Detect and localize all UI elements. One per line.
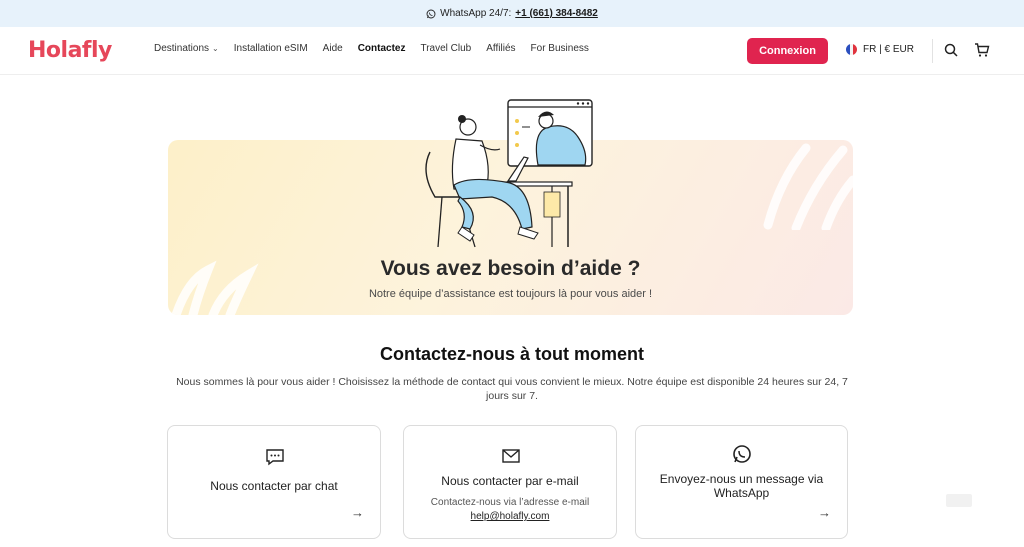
hero-subtitle: Notre équipe d’assistance est toujours l… <box>368 288 653 300</box>
nav-travel-club[interactable]: Travel Club <box>420 43 471 54</box>
tooltip-hint <box>946 494 972 507</box>
contact-section-text: Nous sommes là pour vous aider ! Choisis… <box>176 376 848 402</box>
chevron-down-icon: ⌄ <box>212 44 219 53</box>
whatsapp-icon <box>733 445 751 463</box>
nav-installation-esim[interactable]: Installation eSIM <box>234 43 308 54</box>
nav-affilies[interactable]: Affiliés <box>486 43 515 54</box>
hero-title: Vous avez besoin d’aide ? <box>380 257 641 280</box>
nav-destinations-label: Destinations <box>154 43 210 54</box>
chat-card-title: Nous contacter par chat <box>210 479 338 493</box>
search-icon[interactable] <box>943 42 959 58</box>
decorative-swirl <box>763 143 853 230</box>
mail-icon <box>502 449 520 463</box>
holafly-logo[interactable]: Holafly <box>28 38 112 63</box>
chat-contact-card[interactable]: Nous contacter par chat → <box>167 425 381 539</box>
whatsapp-card-title: Envoyez-nous un message via WhatsApp <box>659 472 824 500</box>
whatsapp-phone-link[interactable]: +1 (661) 384-8482 <box>515 8 598 19</box>
france-flag-icon <box>846 44 857 55</box>
contact-section-title: Contactez-nous à tout moment <box>380 344 644 364</box>
email-card-subtitle: Contactez-nous via l’adresse e-mail <box>430 497 590 508</box>
arrow-right-icon: → <box>818 505 831 520</box>
whatsapp-topbar: WhatsApp 24/7: +1 (661) 384-8482 <box>0 0 1024 27</box>
main-nav: Destinations ⌄ Installation eSIM Aide Con… <box>154 43 589 54</box>
chat-icon <box>266 449 284 466</box>
nav-destinations[interactable]: Destinations ⌄ <box>154 43 219 54</box>
whatsapp-contact-card[interactable]: Envoyez-nous un message via WhatsApp → <box>635 425 848 539</box>
arrow-right-icon: → <box>351 505 364 520</box>
topbar-label: WhatsApp 24/7: <box>440 8 512 19</box>
language-currency-selector[interactable]: FR | € EUR <box>846 44 914 55</box>
site-header: Holafly Destinations ⌄ Installation eSIM … <box>0 27 1024 75</box>
cart-icon[interactable] <box>974 42 990 58</box>
support-illustration <box>425 99 593 248</box>
language-currency-label: FR | € EUR <box>863 44 914 55</box>
login-button[interactable]: Connexion <box>747 38 828 64</box>
email-contact-card[interactable]: Nous contacter par e-mail Contactez-nous… <box>403 425 617 539</box>
nav-aide[interactable]: Aide <box>323 43 343 54</box>
support-email-link[interactable]: help@holafly.com <box>404 511 616 522</box>
nav-for-business[interactable]: For Business <box>531 43 589 54</box>
email-card-title: Nous contacter par e-mail <box>441 474 579 488</box>
whatsapp-icon <box>426 9 436 18</box>
nav-contactez[interactable]: Contactez <box>358 43 406 54</box>
header-divider <box>932 39 933 63</box>
